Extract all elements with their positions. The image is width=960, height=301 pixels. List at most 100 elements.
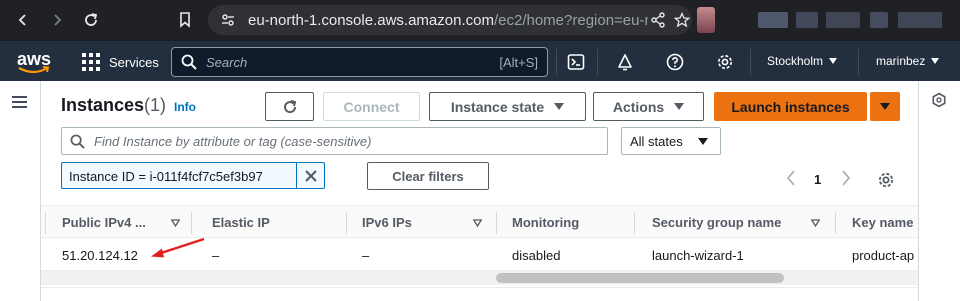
- divider: [858, 49, 859, 75]
- search-placeholder: Search: [206, 55, 248, 70]
- divider: [556, 49, 557, 75]
- right-panel-divider: [918, 81, 919, 301]
- cell-security-group[interactable]: launch-wizard-1: [652, 248, 744, 263]
- current-page[interactable]: 1: [814, 172, 821, 187]
- site-info-icon[interactable]: [220, 12, 236, 33]
- sort-icon[interactable]: [811, 219, 820, 227]
- url-host: eu-north-1.console.aws.amazon.com: [248, 12, 494, 29]
- sort-icon[interactable]: [171, 219, 180, 227]
- launch-instances-button[interactable]: Launch instances: [714, 92, 867, 121]
- launch-dropdown-button[interactable]: [870, 92, 900, 121]
- next-page-icon[interactable]: [841, 170, 851, 186]
- address-bar[interactable]: eu-north-1.console.aws.amazon.com/ec2/ho…: [208, 5, 692, 35]
- column-divider[interactable]: [835, 212, 836, 234]
- region-label: Stockholm: [767, 54, 824, 68]
- column-header-security-group[interactable]: Security group name: [652, 215, 781, 230]
- column-divider[interactable]: [191, 212, 192, 234]
- column-divider[interactable]: [346, 212, 347, 234]
- column-divider[interactable]: [634, 212, 635, 234]
- profile-avatar[interactable]: [697, 7, 715, 33]
- user-label: marinbez: [876, 54, 926, 68]
- aws-smile-icon: [18, 66, 50, 74]
- column-header-elastic-ip[interactable]: Elastic IP: [212, 215, 270, 230]
- column-divider: [45, 212, 46, 234]
- refresh-button[interactable]: [265, 92, 314, 121]
- search-shortcut: [Alt+S]: [499, 55, 538, 70]
- reload-icon[interactable]: [79, 8, 103, 32]
- connect-button[interactable]: Connect: [323, 92, 420, 121]
- page-title: Instances: [61, 95, 145, 115]
- scrollbar-thumb[interactable]: [496, 273, 784, 283]
- extension-icon[interactable]: [796, 12, 818, 28]
- close-icon: [304, 169, 317, 182]
- browser-toolbar: eu-north-1.console.aws.amazon.com/ec2/ho…: [0, 0, 960, 40]
- horizontal-scrollbar[interactable]: [41, 271, 918, 285]
- divider: [750, 49, 751, 75]
- search-icon: [181, 54, 197, 70]
- previous-page-icon[interactable]: [786, 170, 796, 186]
- filter-token-text: Instance ID = i-011f4fcf7c5ef3b97: [69, 169, 263, 184]
- column-header-key-name[interactable]: Key name: [852, 215, 913, 230]
- actions-label: Actions: [612, 98, 665, 115]
- table-header: Public IPv4 ... Elastic IP IPv6 IPs Moni…: [41, 205, 918, 238]
- remove-filter-button[interactable]: [296, 163, 324, 188]
- caret-down-icon: [931, 58, 940, 64]
- grid-icon: [82, 53, 100, 71]
- menu-hamburger-icon[interactable]: [12, 96, 27, 109]
- caret-down-icon: [554, 103, 565, 110]
- side-panel-hexagon-icon[interactable]: [931, 92, 947, 108]
- caret-down-icon: [674, 103, 685, 110]
- cell-monitoring: disabled: [512, 248, 561, 263]
- sort-icon[interactable]: [473, 219, 482, 227]
- red-arrow-annotation-icon: [151, 237, 205, 258]
- notifications-bell-icon[interactable]: [614, 51, 636, 73]
- column-divider[interactable]: [496, 212, 497, 234]
- url-text: eu-north-1.console.aws.amazon.com/ec2/ho…: [248, 12, 648, 29]
- divider: [41, 287, 918, 288]
- instance-state-button[interactable]: Instance state: [429, 92, 586, 121]
- extension-icon[interactable]: [870, 12, 888, 28]
- search-icon: [70, 134, 85, 149]
- filter-placeholder: Find Instance by attribute or tag (case-…: [94, 134, 372, 149]
- filter-token[interactable]: Instance ID = i-011f4fcf7c5ef3b97: [61, 162, 325, 189]
- clear-filters-button[interactable]: Clear filters: [367, 162, 489, 190]
- instance-filter-input[interactable]: Find Instance by attribute or tag (case-…: [61, 127, 608, 155]
- extension-icon[interactable]: [826, 12, 860, 28]
- actions-button[interactable]: Actions: [593, 92, 704, 121]
- column-header-ipv6-ips[interactable]: IPv6 IPs: [362, 215, 412, 230]
- forward-icon[interactable]: [45, 8, 69, 32]
- left-panel-divider: [40, 81, 41, 301]
- back-icon[interactable]: [11, 8, 35, 32]
- states-value: All states: [630, 134, 683, 149]
- star-icon[interactable]: [673, 11, 691, 33]
- help-icon[interactable]: [664, 51, 686, 73]
- caret-down-icon: [829, 58, 838, 64]
- cell-elastic-ip: –: [212, 248, 220, 263]
- region-selector[interactable]: Stockholm: [767, 54, 838, 68]
- instance-count: (1): [144, 95, 166, 115]
- column-header-public-ipv4[interactable]: Public IPv4 ...: [62, 215, 146, 230]
- url-path: /ec2/home?region=eu-n...: [493, 12, 648, 29]
- cell-ipv6-ips: –: [362, 248, 370, 263]
- instance-state-label: Instance state: [450, 98, 545, 115]
- services-label: Services: [109, 54, 159, 70]
- services-menu[interactable]: Services: [82, 52, 159, 72]
- table-preferences-gear-icon[interactable]: [877, 171, 895, 189]
- info-link[interactable]: Info: [174, 100, 196, 114]
- account-menu[interactable]: marinbez: [876, 54, 940, 68]
- aws-top-nav: aws Services Search [Alt+S] Stockholm ma…: [0, 40, 960, 81]
- cell-public-ipv4[interactable]: 51.20.124.12: [62, 248, 138, 263]
- aws-logo[interactable]: aws: [14, 47, 58, 75]
- states-select[interactable]: All states: [621, 127, 721, 155]
- settings-gear-icon[interactable]: [714, 51, 736, 73]
- bookmark-icon[interactable]: [173, 8, 197, 32]
- cloudshell-icon[interactable]: [565, 51, 587, 73]
- caret-down-icon: [880, 103, 890, 110]
- share-icon[interactable]: [650, 12, 666, 33]
- cell-key-name: product-ap: [852, 248, 915, 263]
- extension-icon[interactable]: [898, 12, 942, 28]
- extension-icon[interactable]: [758, 12, 788, 28]
- column-header-monitoring[interactable]: Monitoring: [512, 215, 579, 230]
- divider: [597, 49, 598, 75]
- console-search-input[interactable]: Search [Alt+S]: [171, 47, 548, 77]
